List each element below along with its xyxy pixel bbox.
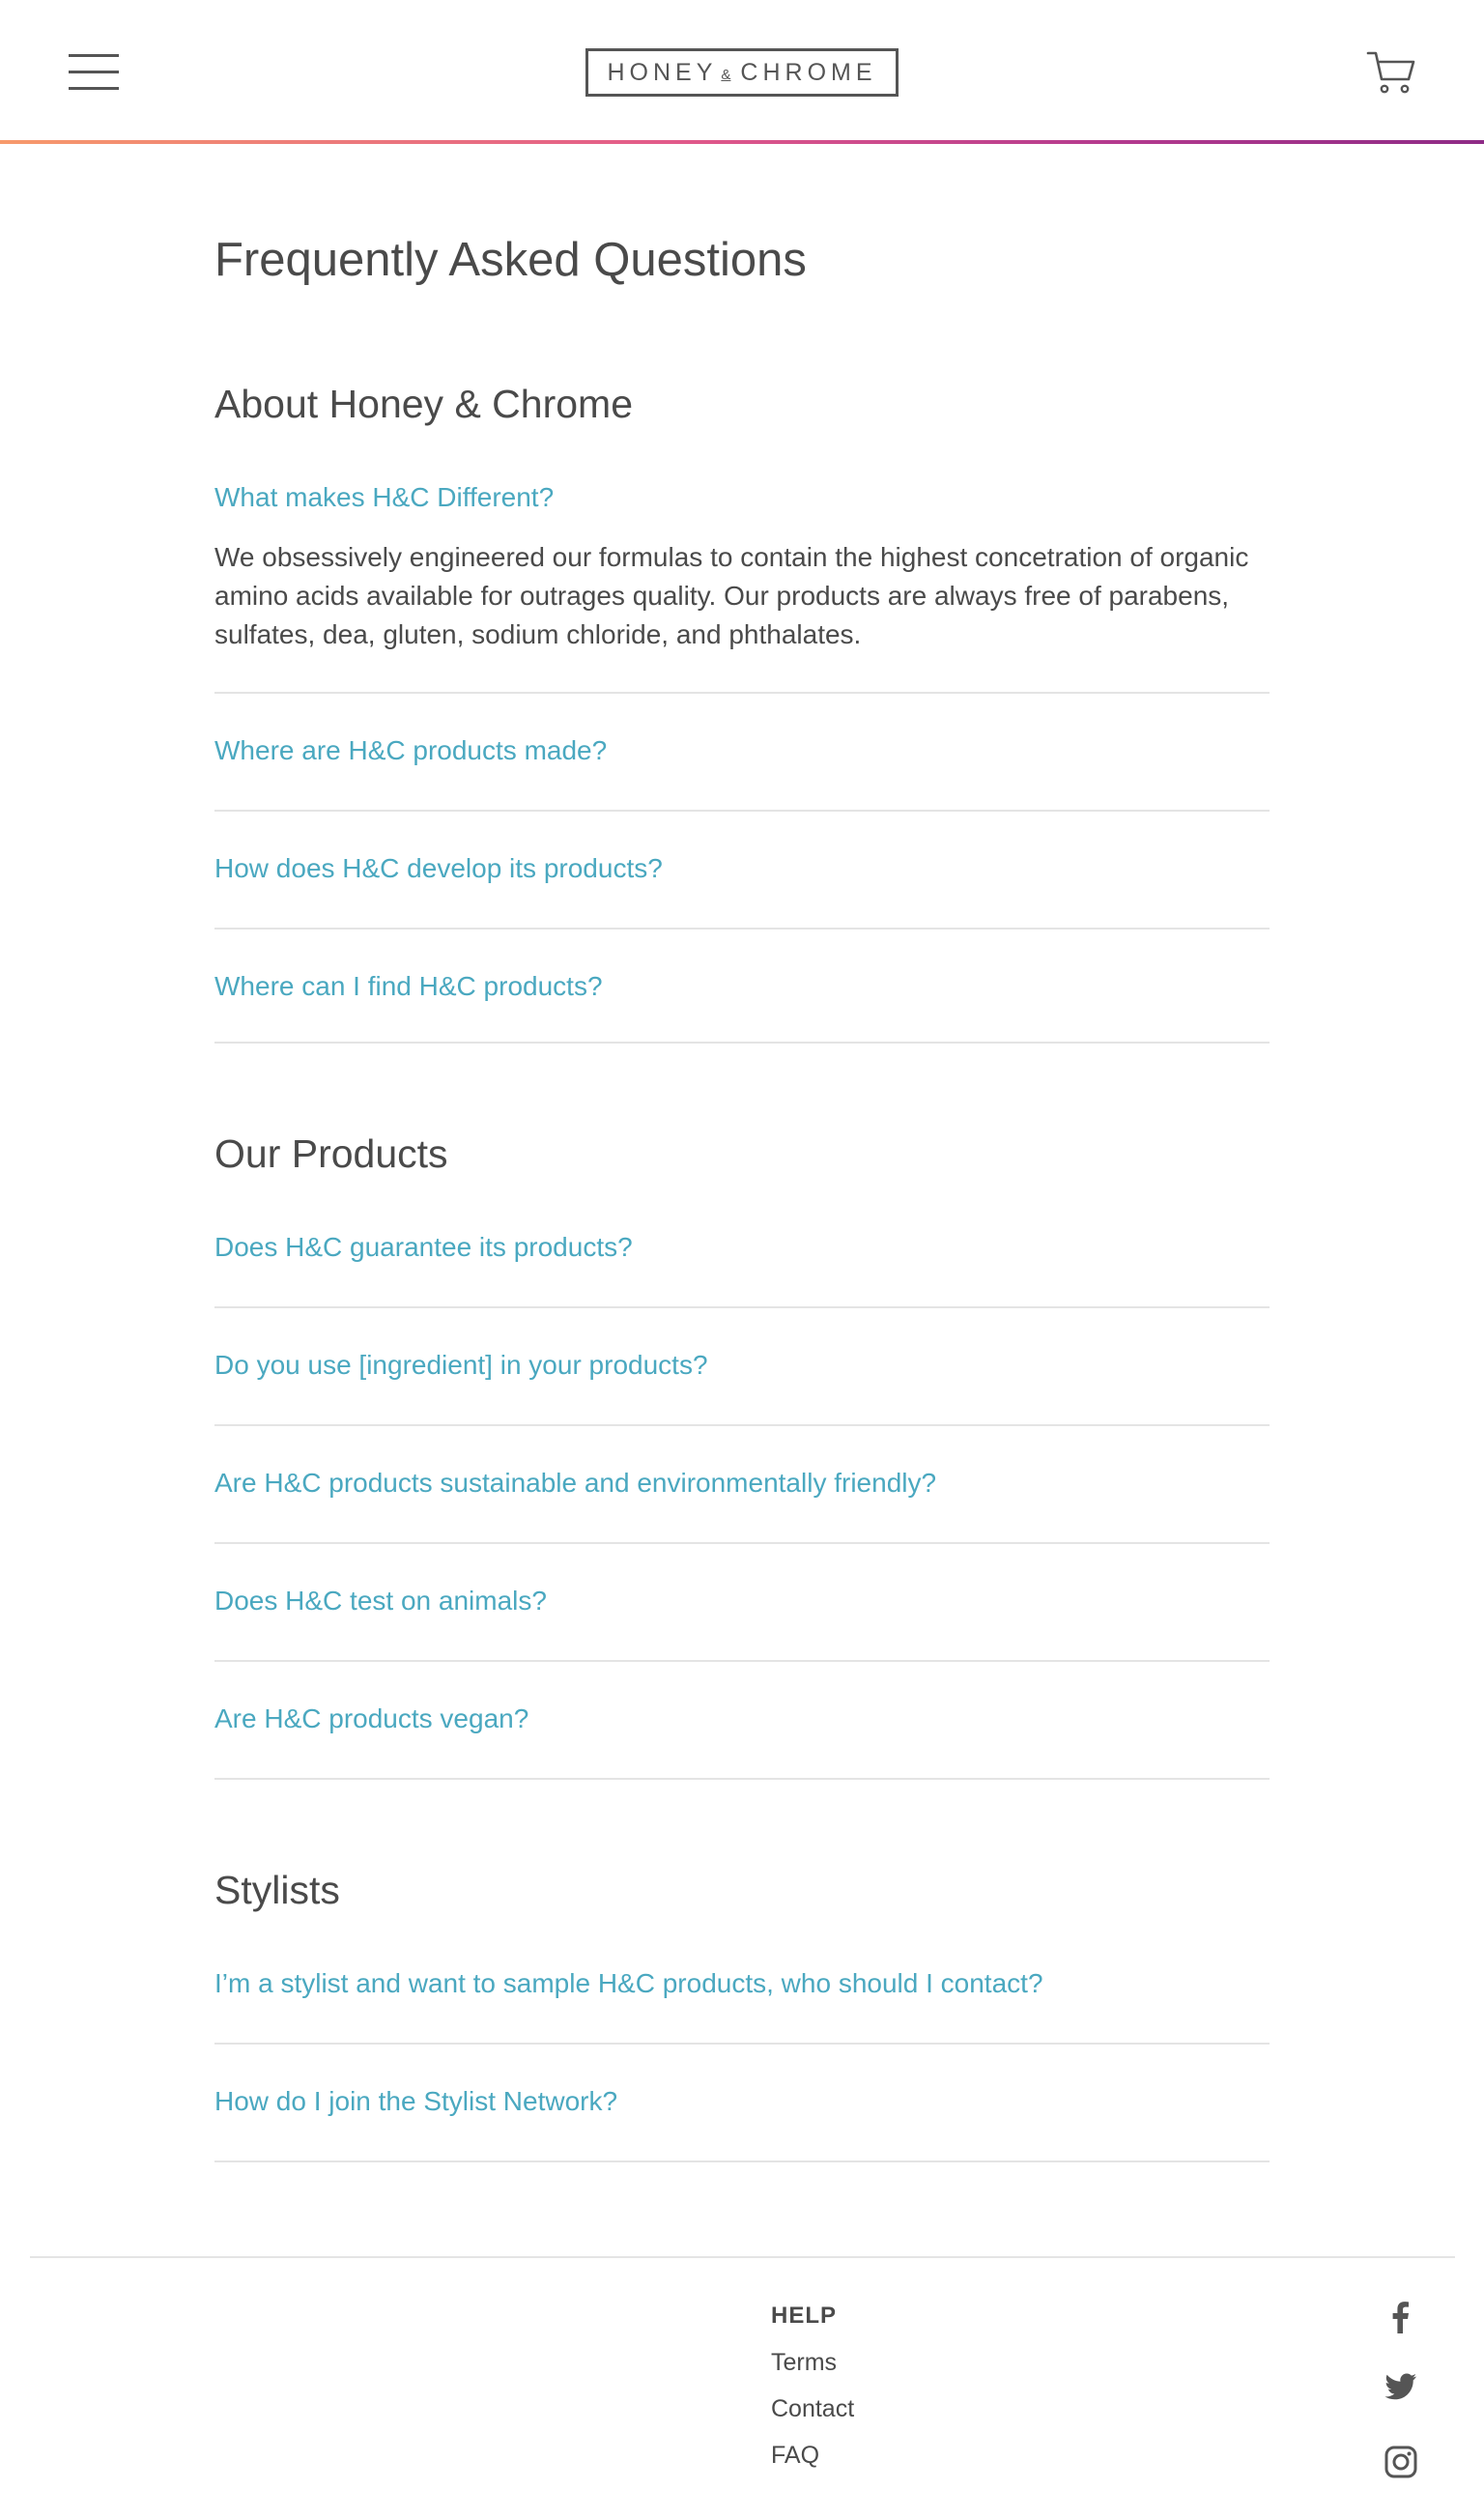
faq-question[interactable]: Does H&C guarantee its products? xyxy=(214,1232,1270,1263)
footer-link-terms[interactable]: Terms xyxy=(771,2349,837,2377)
faq-divider xyxy=(214,1660,1270,1662)
logo-ampersand: & xyxy=(721,66,731,83)
faq-question[interactable]: What makes H&C Different? xyxy=(214,482,1270,513)
footer-help-heading: HELP xyxy=(771,2303,838,2329)
hamburger-menu-icon[interactable] xyxy=(69,53,119,92)
site-header: HONEY & CHROME xyxy=(0,0,1484,141)
header-accent-bar xyxy=(0,140,1484,144)
footer-link-contact[interactable]: Contact xyxy=(771,2395,854,2423)
section-title-products: Our Products xyxy=(214,1131,448,1176)
footer-divider xyxy=(30,2256,1455,2258)
faq-divider xyxy=(214,2160,1270,2162)
faq-divider xyxy=(214,1542,1270,1544)
faq-divider xyxy=(214,1424,1270,1426)
section-title-about: About Honey & Chrome xyxy=(214,382,634,426)
brand-logo[interactable]: HONEY & CHROME xyxy=(585,48,899,97)
faq-divider xyxy=(214,2043,1270,2045)
faq-question[interactable]: How do I join the Stylist Network? xyxy=(214,2086,1270,2117)
faq-divider xyxy=(214,810,1270,812)
faq-divider xyxy=(214,928,1270,930)
section-title-stylists: Stylists xyxy=(214,1868,340,1912)
faq-question[interactable]: How does H&C develop its products? xyxy=(214,853,1270,884)
shopping-cart-icon[interactable] xyxy=(1366,50,1416,95)
instagram-icon[interactable] xyxy=(1384,2445,1418,2479)
faq-question[interactable]: I’m a stylist and want to sample H&C pro… xyxy=(214,1968,1270,1999)
faq-divider xyxy=(214,1042,1270,1044)
logo-text-honey: HONEY xyxy=(607,58,718,86)
faq-question[interactable]: Are H&C products vegan? xyxy=(214,1703,1270,1734)
faq-question[interactable]: Does H&C test on animals? xyxy=(214,1586,1270,1617)
faq-question[interactable]: Where can I find H&C products? xyxy=(214,971,1270,1002)
page-title: Frequently Asked Questions xyxy=(214,234,807,286)
faq-answer: We obsessively engineered our formulas t… xyxy=(214,542,1249,649)
footer-link-faq[interactable]: FAQ xyxy=(771,2442,819,2470)
faq-divider xyxy=(214,692,1270,694)
faq-divider xyxy=(214,1306,1270,1308)
twitter-icon[interactable] xyxy=(1384,2369,1418,2404)
faq-question[interactable]: Are H&C products sustainable and environ… xyxy=(214,1468,1270,1499)
faq-question[interactable]: Do you use [ingredient] in your products… xyxy=(214,1350,1270,1381)
faq-divider xyxy=(214,1778,1270,1780)
logo-text-chrome: CHROME xyxy=(740,58,877,86)
faq-question[interactable]: Where are H&C products made? xyxy=(214,735,1270,766)
facebook-icon[interactable] xyxy=(1384,2300,1418,2334)
